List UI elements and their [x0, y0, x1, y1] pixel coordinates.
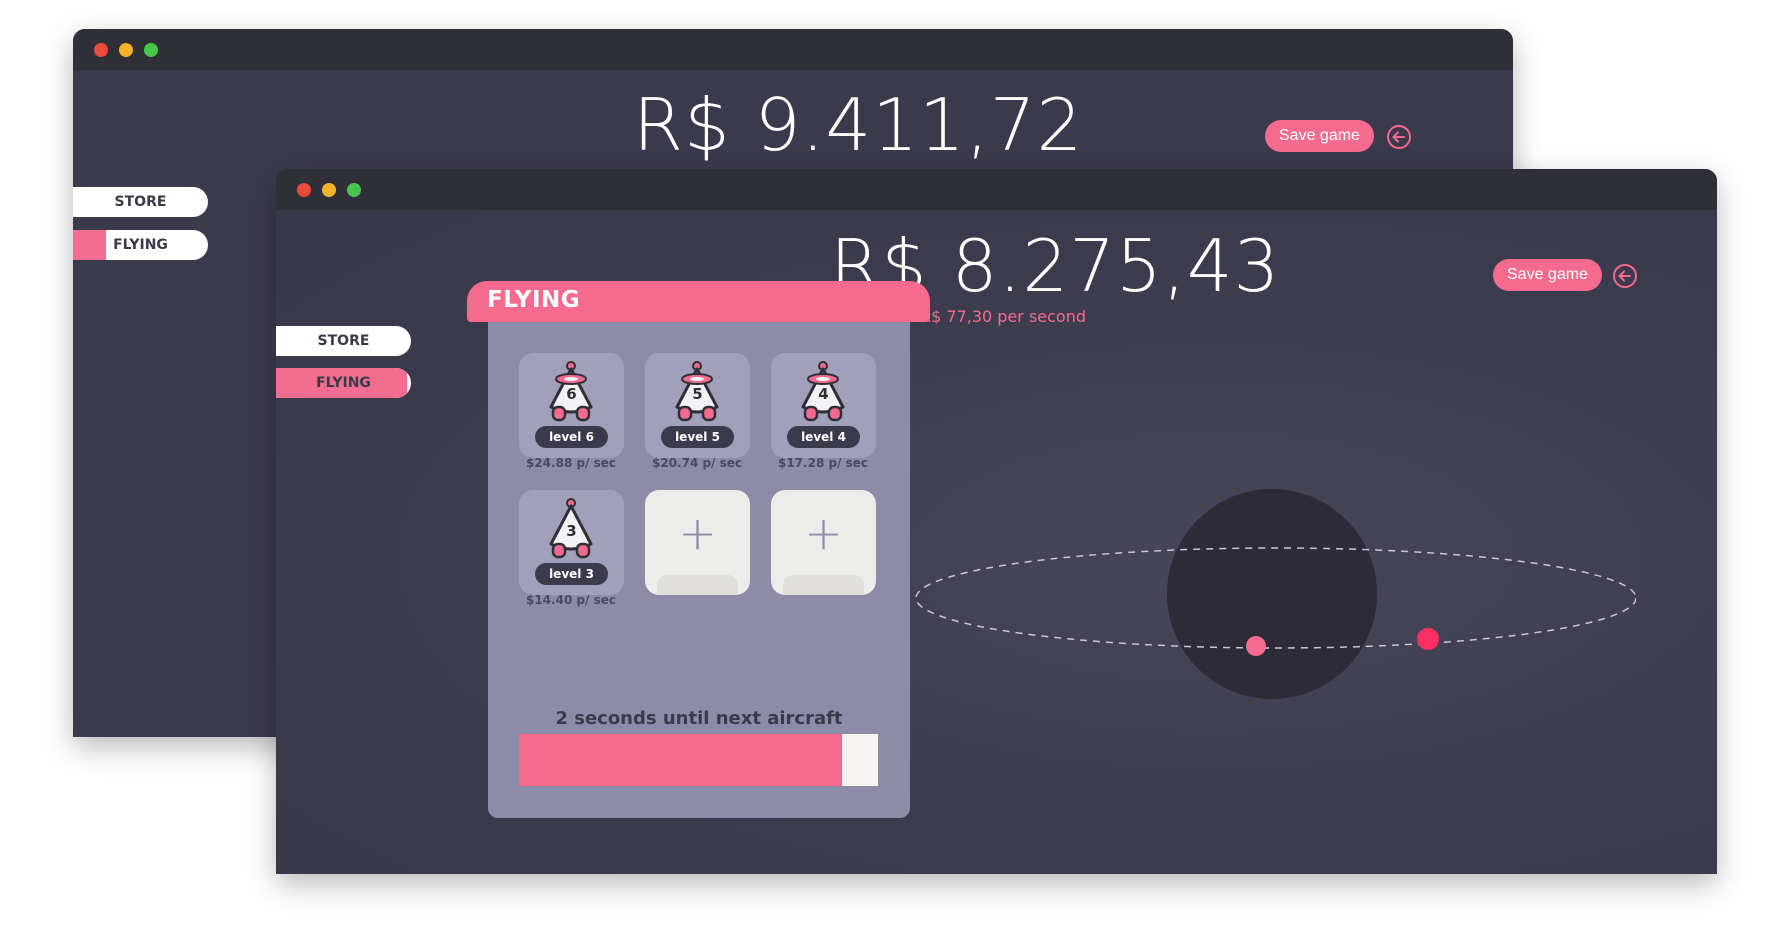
orbit-scene: [915, 489, 1636, 699]
next-aircraft-progress-bar: [519, 734, 878, 786]
slot-base: [783, 575, 864, 595]
aircraft-level-badge: level 5: [661, 426, 734, 448]
aircraft-rate: $24.88 p/ sec: [525, 456, 617, 470]
title-bar: [73, 29, 1513, 70]
plus-icon: +: [678, 506, 717, 560]
aircraft-rate: $20.74 p/ sec: [651, 456, 743, 470]
close-window-button[interactable]: [297, 183, 311, 197]
plus-icon: +: [804, 506, 843, 560]
maximize-window-button[interactable]: [347, 183, 361, 197]
aircraft-slot[interactable]: 6 level 6: [519, 353, 624, 458]
aircraft-slot[interactable]: 3 level 3: [519, 490, 624, 595]
save-game-button[interactable]: Save game: [1493, 259, 1602, 291]
aircraft-number: 3: [566, 522, 577, 540]
aircraft-level-badge: level 6: [535, 426, 608, 448]
nav-flying-indicator: [73, 230, 106, 260]
minimize-window-button[interactable]: [322, 183, 336, 197]
save-game-button[interactable]: Save game: [1265, 120, 1374, 152]
empty-aircraft-slot[interactable]: +: [771, 490, 876, 595]
income-rate: R$ 77,30 per second: [920, 307, 1086, 326]
aircraft-rate: $14.40 p/ sec: [525, 593, 617, 607]
nav-flying-label: FLYING: [113, 237, 168, 253]
next-aircraft-progress-fill: [519, 734, 843, 786]
slot-base: [657, 575, 738, 595]
aircraft-number: 4: [818, 385, 829, 403]
nav-flying-button[interactable]: FLYING: [73, 230, 208, 260]
nav-store-button[interactable]: STORE: [73, 187, 208, 217]
nav-store-label: STORE: [317, 333, 370, 349]
next-aircraft-countdown: 2 seconds until next aircraft: [555, 708, 843, 729]
arrow-left-circle-icon[interactable]: [1612, 263, 1638, 289]
maximize-window-button[interactable]: [144, 43, 158, 57]
nav-store-button[interactable]: STORE: [276, 326, 411, 356]
aircraft-number: 5: [692, 385, 703, 403]
aircraft-slot[interactable]: 4 level 4: [771, 353, 876, 458]
arrow-left-circle-icon[interactable]: [1386, 124, 1412, 150]
nav-store-label: STORE: [114, 194, 167, 210]
orbiting-aircraft-dot: [1417, 628, 1439, 650]
empty-aircraft-slot[interactable]: +: [645, 490, 750, 595]
minimize-window-button[interactable]: [119, 43, 133, 57]
aircraft-level-badge: level 4: [787, 426, 860, 448]
aircraft-rate: $17.28 p/ sec: [777, 456, 869, 470]
aircraft-level-badge: level 3: [535, 563, 608, 585]
flying-panel-header: FLYING: [467, 281, 930, 322]
aircraft-slot[interactable]: 5 level 5: [645, 353, 750, 458]
title-bar: [276, 169, 1717, 210]
flying-panel-title: FLYING: [487, 287, 581, 313]
nav-flying-label: FLYING: [316, 375, 371, 391]
orbiting-aircraft-dot: [1246, 636, 1266, 656]
planet: [1167, 489, 1377, 699]
nav-flying-button[interactable]: FLYING: [276, 368, 411, 398]
aircraft-number: 6: [566, 385, 577, 403]
money-counter: R$ 9.411,72: [633, 83, 1084, 167]
close-window-button[interactable]: [94, 43, 108, 57]
